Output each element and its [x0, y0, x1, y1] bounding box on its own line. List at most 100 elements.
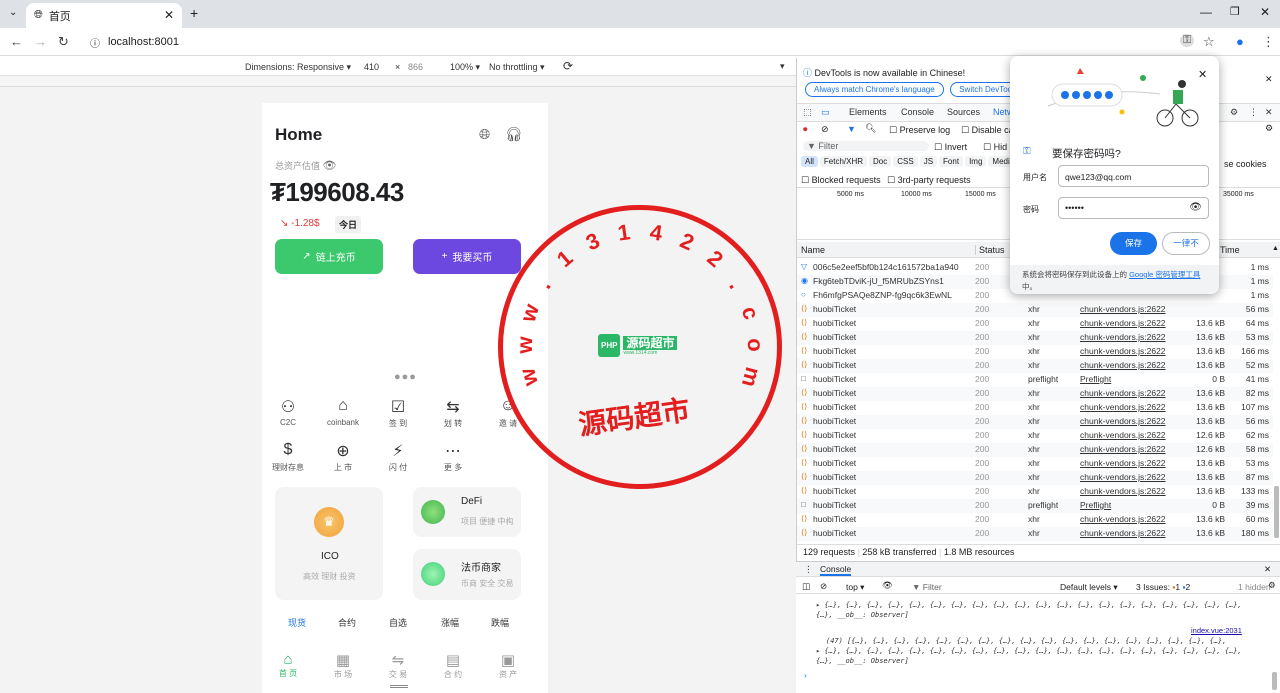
devtools-close-icon[interactable]: ✕ [1265, 107, 1273, 118]
console-source-link[interactable]: index.vue:2031 [1191, 626, 1242, 635]
table-row[interactable]: ⟨⟩ huobiTicket 200 xhr chunk-vendors.js:2622… [797, 415, 1273, 429]
banner-close-icon[interactable]: ✕ [1265, 74, 1273, 85]
table-row[interactable]: ⟨⟩ huobiTicket 200 xhr chunk-vendors.js:2622… [797, 429, 1273, 443]
market-tab-2[interactable]: 自选 [389, 616, 407, 629]
bottom-nav-4[interactable]: ▣ 资 产 [488, 651, 528, 680]
table-row[interactable]: ⟨⟩ huobiTicket 200 xhr chunk-vendors.js:2622… [797, 513, 1273, 527]
device-toggle-icon[interactable]: ▭ [821, 107, 830, 118]
issues-counter[interactable]: 3 Issues: ▪1 ▪2 [1136, 582, 1190, 592]
request-initiator[interactable]: chunk-vendors.js:2622 [1080, 416, 1166, 426]
table-row[interactable]: ⟨⟩ huobiTicket 200 xhr chunk-vendors.js:2622… [797, 317, 1273, 331]
quick-action-5[interactable]: $ 理财存息 [268, 441, 308, 473]
quick-action-1[interactable]: ⌂ coinbank [323, 397, 363, 427]
sidebar-toggle-icon[interactable]: ◫ [802, 581, 810, 592]
col-name[interactable]: Name [801, 245, 825, 255]
request-initiator[interactable]: chunk-vendors.js:2622 [1080, 430, 1166, 440]
quick-action-3[interactable]: ⇆ 划 转 [433, 397, 473, 429]
minimize-icon[interactable]: — [1200, 5, 1212, 19]
table-row[interactable]: ⟨⟩ huobiTicket 200 xhr chunk-vendors.js:2622… [797, 485, 1273, 499]
table-row[interactable]: ⟨⟩ huobiTicket 200 xhr chunk-vendors.js:2622… [797, 457, 1273, 471]
bottom-nav-3[interactable]: ▤ 合 约 [433, 651, 473, 680]
table-row[interactable]: ⟨⟩ huobiTicket 200 xhr chunk-vendors.js:2622… [797, 527, 1273, 541]
type-filter-4[interactable]: JS [919, 156, 938, 167]
console-clear-icon[interactable]: ⊘ [820, 581, 827, 592]
table-scrollbar[interactable] [1274, 486, 1279, 538]
request-initiator[interactable]: chunk-vendors.js:2622 [1080, 304, 1166, 314]
market-tab-4[interactable]: 跌幅 [491, 616, 509, 629]
table-row[interactable]: ⟨⟩ huobiTicket 200 xhr chunk-vendors.js:2622… [797, 387, 1273, 401]
console-prompt[interactable]: › [804, 670, 807, 680]
request-initiator[interactable]: chunk-vendors.js:2622 [1080, 528, 1166, 538]
type-filter-6[interactable]: Img [965, 156, 987, 167]
log-levels-select[interactable]: Default levels ▾ [1060, 582, 1118, 593]
request-initiator[interactable]: chunk-vendors.js:2622 [1080, 444, 1166, 454]
console-scrollbar[interactable] [1272, 672, 1277, 690]
console-filter-input[interactable]: ▼ Filter [912, 582, 942, 592]
quick-action-2[interactable]: ☑ 签 到 [378, 397, 418, 429]
table-row[interactable]: ⟨⟩ huobiTicket 200 xhr chunk-vendors.js:2622… [797, 331, 1273, 345]
request-initiator[interactable]: chunk-vendors.js:2622 [1080, 402, 1166, 412]
market-tab-3[interactable]: 涨幅 [441, 616, 459, 629]
table-row[interactable]: ⟨⟩ huobiTicket 200 xhr chunk-vendors.js:2622… [797, 303, 1273, 317]
request-initiator[interactable]: chunk-vendors.js:2622 [1080, 514, 1166, 524]
invert-checkbox[interactable]: ☐ Invert [934, 142, 967, 153]
browser-tab[interactable]: 🌐︎ 首页 ✕ [26, 3, 182, 28]
restore-icon[interactable]: ❐ [1230, 5, 1240, 18]
type-filter-3[interactable]: CSS [893, 156, 918, 167]
customer-service-icon[interactable]: 🎧︎ [505, 126, 523, 143]
table-row[interactable]: ⟨⟩ huobiTicket 200 xhr chunk-vendors.js:2622… [797, 345, 1273, 359]
save-button[interactable]: 保存 [1110, 232, 1157, 255]
market-tab-0[interactable]: 现货 [288, 616, 306, 629]
drawer-close-icon[interactable]: ✕ [1264, 564, 1271, 575]
match-language-button[interactable]: Always match Chrome's language [805, 82, 944, 97]
table-row[interactable]: ⟨⟩ huobiTicket 200 xhr chunk-vendors.js:2622… [797, 359, 1273, 373]
devtools-tab-2[interactable]: Sources [947, 107, 980, 117]
dialog-close-icon[interactable]: ✕ [1198, 68, 1207, 81]
never-button[interactable]: 一律不 [1162, 232, 1210, 255]
buy-crypto-button[interactable]: + 我要买币 [413, 239, 521, 274]
height-input[interactable]: 866 [408, 62, 423, 72]
ico-card[interactable]: ♛ ICO 高效 理财 投资 [275, 487, 383, 600]
devtools-kebab-icon[interactable]: ⋮ [1249, 107, 1258, 118]
defi-card[interactable]: DeFi 项目 便捷 中构 [413, 487, 521, 537]
table-row[interactable]: □ huobiTicket 200 preflight Preflight 0 B 39 m… [797, 499, 1273, 513]
request-initiator[interactable]: Preflight [1080, 500, 1166, 510]
bottom-nav-1[interactable]: ▦ 市 场 [323, 651, 363, 680]
hide-checkbox[interactable]: ☐ Hid [983, 142, 1007, 153]
rotate-icon[interactable]: ⟳ [563, 59, 573, 73]
clear-icon[interactable]: ⊘ [821, 124, 829, 135]
forward-icon[interactable]: → [34, 34, 47, 49]
close-tab-icon[interactable]: ✕ [164, 8, 174, 22]
quick-action-6[interactable]: ⊕ 上 市 [323, 441, 363, 473]
throttle-select[interactable]: No throttling ▾ [489, 62, 545, 73]
type-filter-5[interactable]: Font [939, 156, 964, 167]
zoom-select[interactable]: 100% ▾ [450, 62, 480, 73]
quick-action-0[interactable]: ⚇ C2C [268, 397, 308, 427]
console-settings-icon[interactable]: ⚙ [1268, 580, 1276, 591]
bottom-nav-0[interactable]: ⌂ 首 页 [268, 651, 308, 679]
request-initiator[interactable]: chunk-vendors.js:2622 [1080, 458, 1166, 468]
context-select[interactable]: top ▾ [846, 582, 864, 593]
request-initiator[interactable]: chunk-vendors.js:2622 [1080, 486, 1166, 496]
type-filter-2[interactable]: Doc [869, 156, 892, 167]
url-field[interactable]: ⓘ localhost:8001 [80, 31, 1190, 53]
type-filter-1[interactable]: Fetch/XHR [819, 156, 868, 167]
record-icon[interactable]: ⏺ [803, 124, 808, 135]
password-field[interactable]: •••••• 👁︎ [1058, 197, 1209, 219]
request-initiator[interactable]: chunk-vendors.js:2622 [1080, 346, 1166, 356]
menu-kebab-icon[interactable]: ⋮ [1262, 34, 1275, 50]
search-icon[interactable]: 🔍︎ [865, 123, 876, 134]
fiat-merchant-card[interactable]: 法币商家 币商 安全 交易 [413, 549, 521, 600]
inspect-icon[interactable]: ⬚ [803, 107, 812, 118]
quick-action-4[interactable]: ☺ 邀 请 [488, 397, 528, 429]
col-time[interactable]: Time [1220, 245, 1240, 255]
show-password-eye-icon[interactable]: 👁︎ [1189, 202, 1202, 213]
request-initiator[interactable]: chunk-vendors.js:2622 [1080, 388, 1166, 398]
drawer-menu-icon[interactable]: ⋮ [804, 564, 813, 575]
table-row[interactable]: □ huobiTicket 200 preflight Preflight 0 B 41 m… [797, 373, 1273, 387]
request-initiator[interactable]: chunk-vendors.js:2622 [1080, 332, 1166, 342]
password-key-icon[interactable]: ⚿ [1180, 34, 1195, 47]
preserve-log-checkbox[interactable]: ☐ Preserve log [889, 125, 950, 136]
network-settings-icon[interactable]: ⚙ [1265, 123, 1273, 134]
reload-icon[interactable]: ↻ [58, 34, 69, 50]
